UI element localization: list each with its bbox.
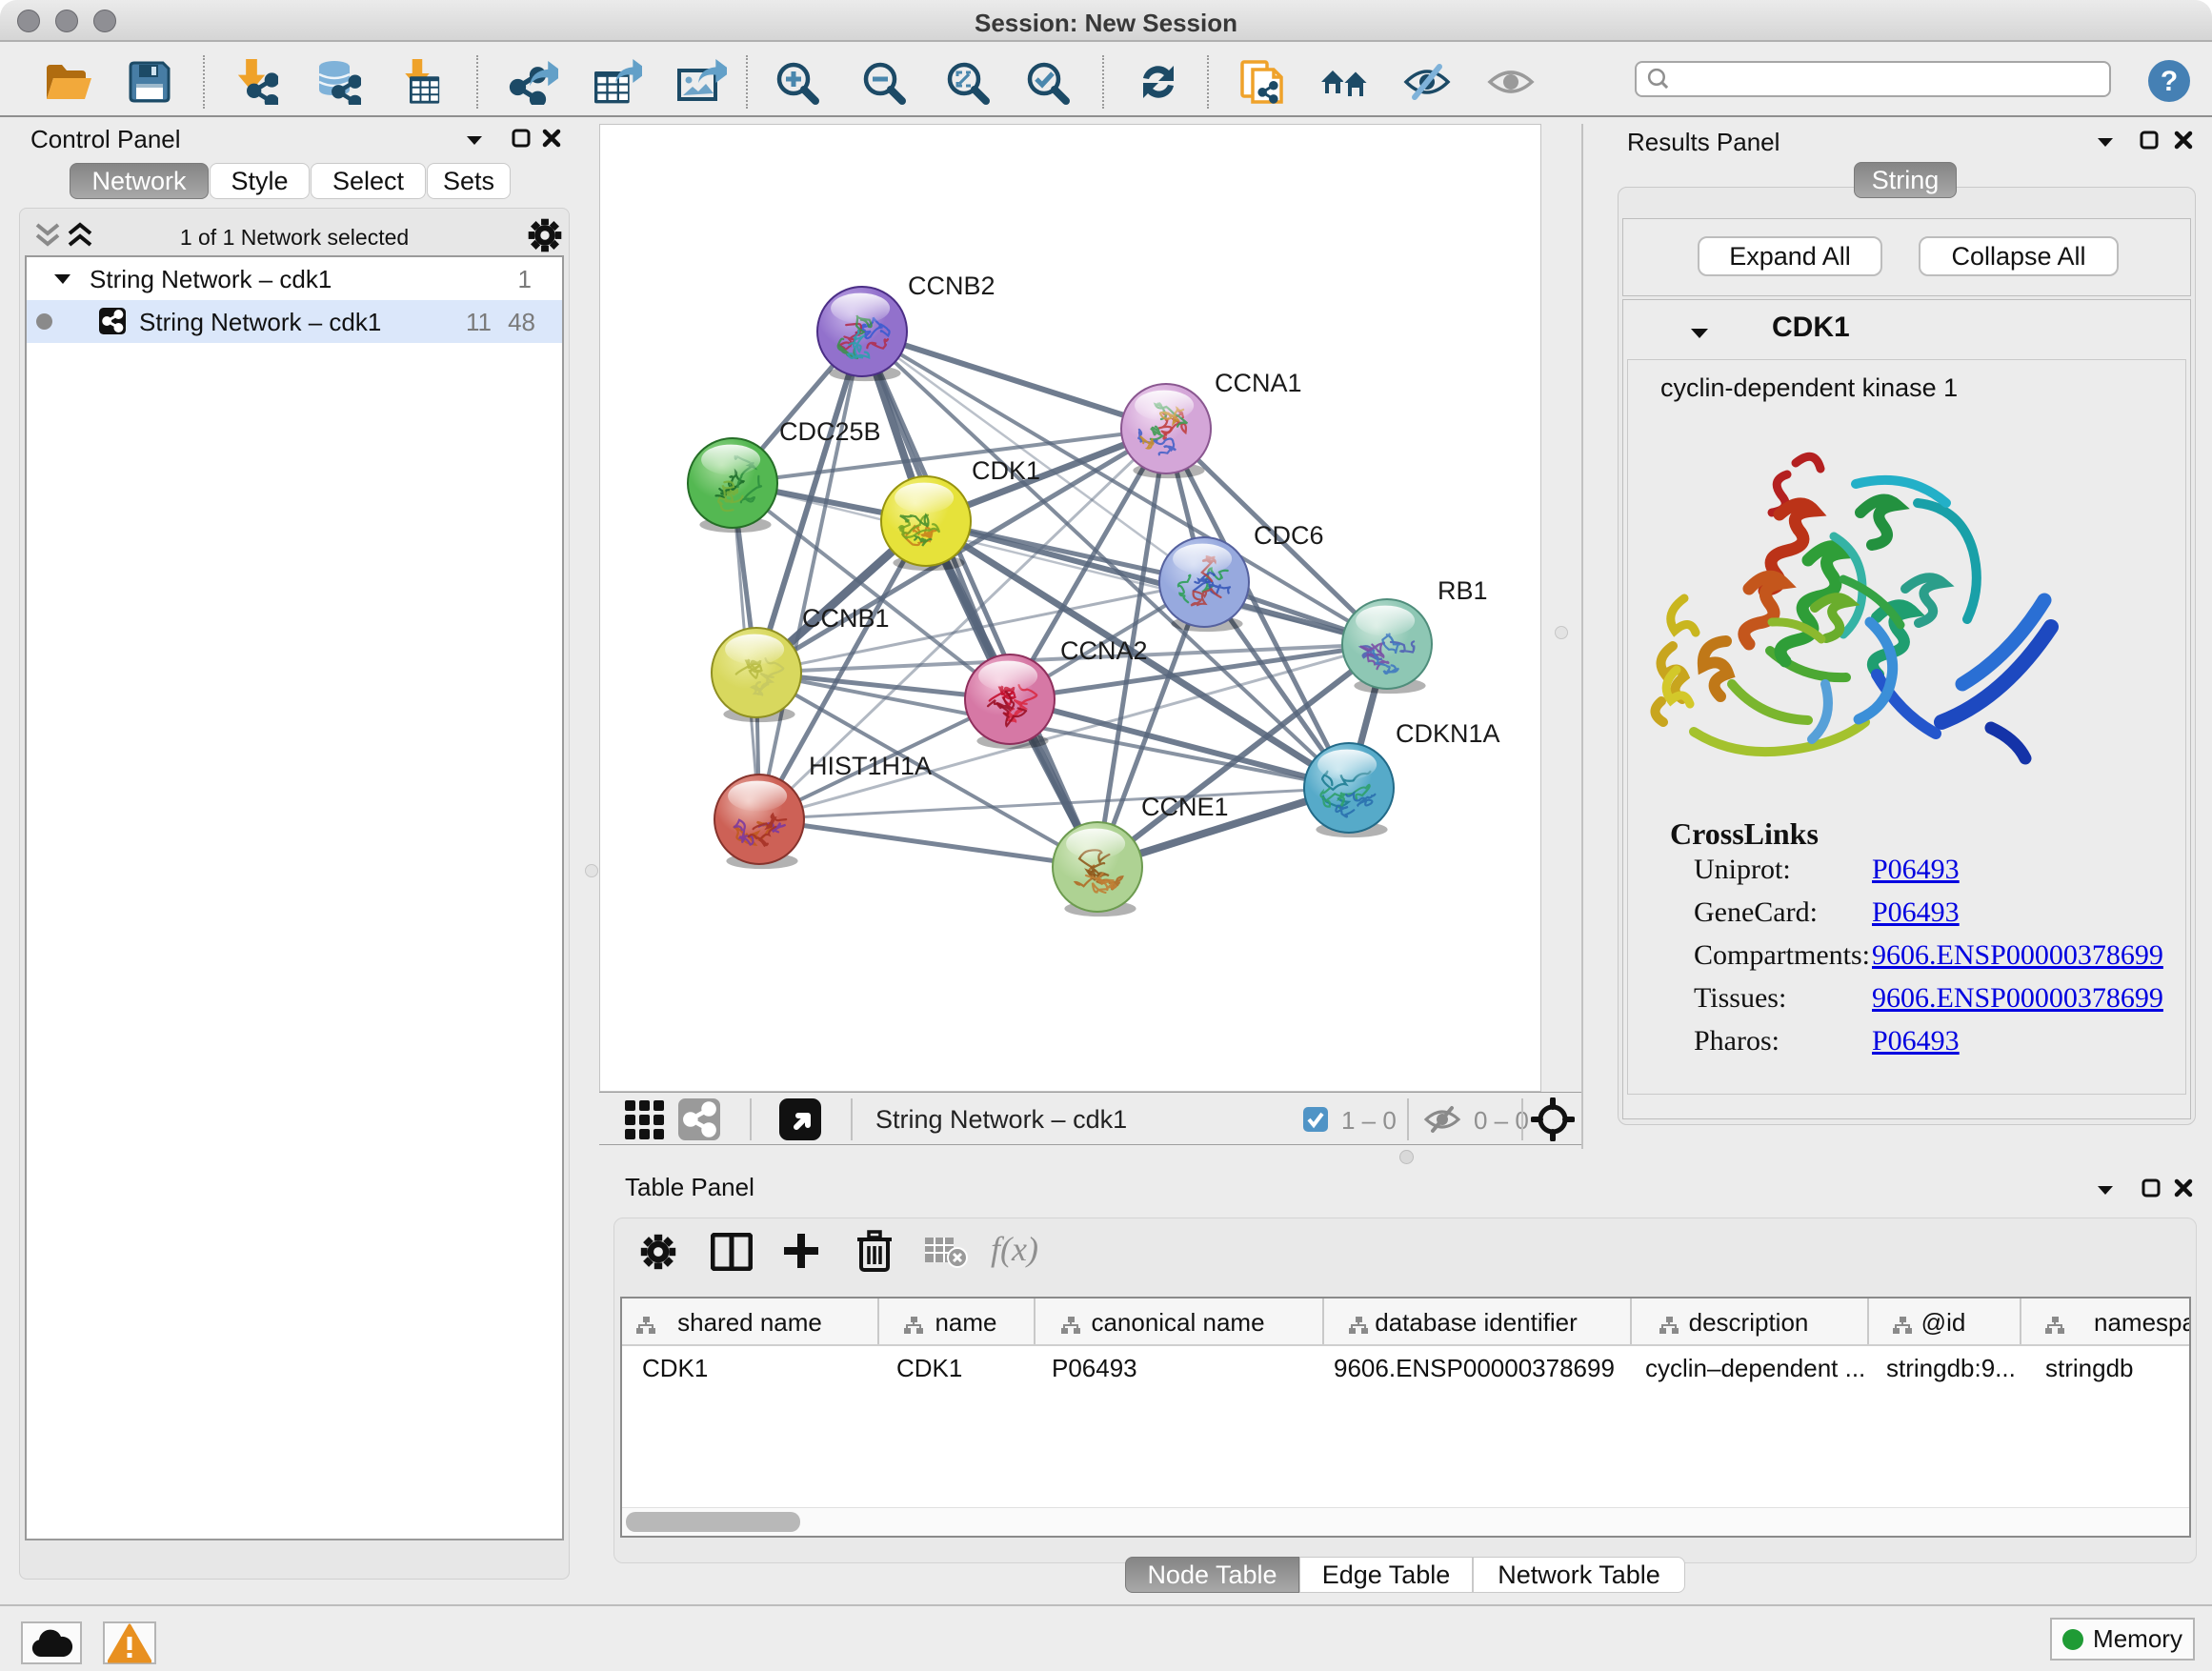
svg-text:CDC6: CDC6 <box>1254 521 1324 550</box>
svg-text:CCNA2: CCNA2 <box>1060 636 1148 665</box>
svg-text:CDK1: CDK1 <box>972 456 1040 485</box>
svg-text:CDKN1A: CDKN1A <box>1396 719 1500 748</box>
svg-text:CCNB2: CCNB2 <box>908 272 995 300</box>
svg-text:CCNB1: CCNB1 <box>802 604 890 633</box>
svg-text:?: ? <box>2161 66 2178 97</box>
svg-text:CCNA1: CCNA1 <box>1215 369 1302 397</box>
svg-text:HIST1H1A: HIST1H1A <box>809 752 932 780</box>
svg-text:RB1: RB1 <box>1438 576 1488 605</box>
svg-text:CCNE1: CCNE1 <box>1141 793 1229 821</box>
svg-text:CDC25B: CDC25B <box>779 417 881 446</box>
